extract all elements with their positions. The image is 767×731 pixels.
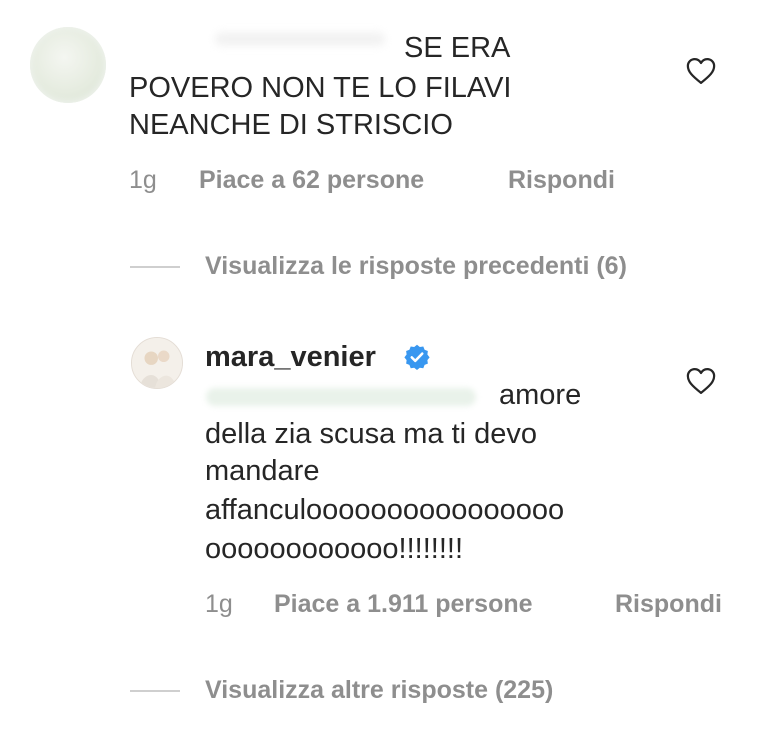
comment-text-line: mandare bbox=[205, 455, 320, 487]
blurred-username bbox=[215, 32, 385, 46]
comment-text-line: della zia scusa ma ti devo bbox=[205, 418, 538, 450]
comment-text-line: NEANCHE DI STRISCIO bbox=[129, 109, 453, 141]
comment-text-line: amore bbox=[499, 379, 582, 411]
view-more-replies-button[interactable]: Visualizza altre risposte (225) bbox=[205, 675, 553, 705]
comment-username[interactable]: mara_venier bbox=[205, 339, 376, 375]
view-previous-replies-button[interactable]: Visualizza le risposte precedenti (6) bbox=[205, 251, 627, 281]
verified-badge-icon bbox=[403, 343, 431, 371]
blurred-mention bbox=[206, 388, 476, 406]
reply-label: Rispondi bbox=[615, 590, 722, 618]
heart-icon[interactable] bbox=[686, 367, 716, 395]
view-more-replies-label: Visualizza altre risposte (225) bbox=[205, 676, 554, 704]
divider-line bbox=[130, 690, 180, 692]
comment-text-line: affanculoooooooooooooooo bbox=[205, 494, 565, 526]
likes-count-text: Piace a 1.911 persone bbox=[274, 590, 533, 618]
comment-text-line: SE ERA bbox=[404, 32, 511, 64]
divider-line bbox=[130, 266, 180, 268]
reply-label: Rispondi bbox=[508, 166, 615, 194]
reply-button[interactable]: Rispondi bbox=[508, 165, 615, 195]
likes-count-link[interactable]: Piace a 1.911 persone bbox=[274, 589, 533, 619]
view-previous-replies-label: Visualizza le risposte precedenti (6) bbox=[205, 252, 627, 280]
avatar-photo bbox=[132, 338, 182, 388]
comment-text-line: oooooooooooo!!!!!!!! bbox=[205, 533, 463, 565]
likes-count-text: Piace a 62 persone bbox=[199, 166, 425, 194]
comment-time: 1g bbox=[129, 166, 157, 194]
heart-icon[interactable] bbox=[686, 57, 716, 85]
mara-venier-avatar[interactable] bbox=[131, 337, 183, 389]
comment-text-line: POVERO NON TE LO FILAVI bbox=[129, 72, 512, 104]
reply-button[interactable]: Rispondi bbox=[615, 589, 722, 619]
comment-time: 1g bbox=[205, 590, 233, 618]
likes-count-link[interactable]: Piace a 62 persone bbox=[199, 165, 424, 195]
commenter-avatar[interactable] bbox=[30, 27, 106, 103]
